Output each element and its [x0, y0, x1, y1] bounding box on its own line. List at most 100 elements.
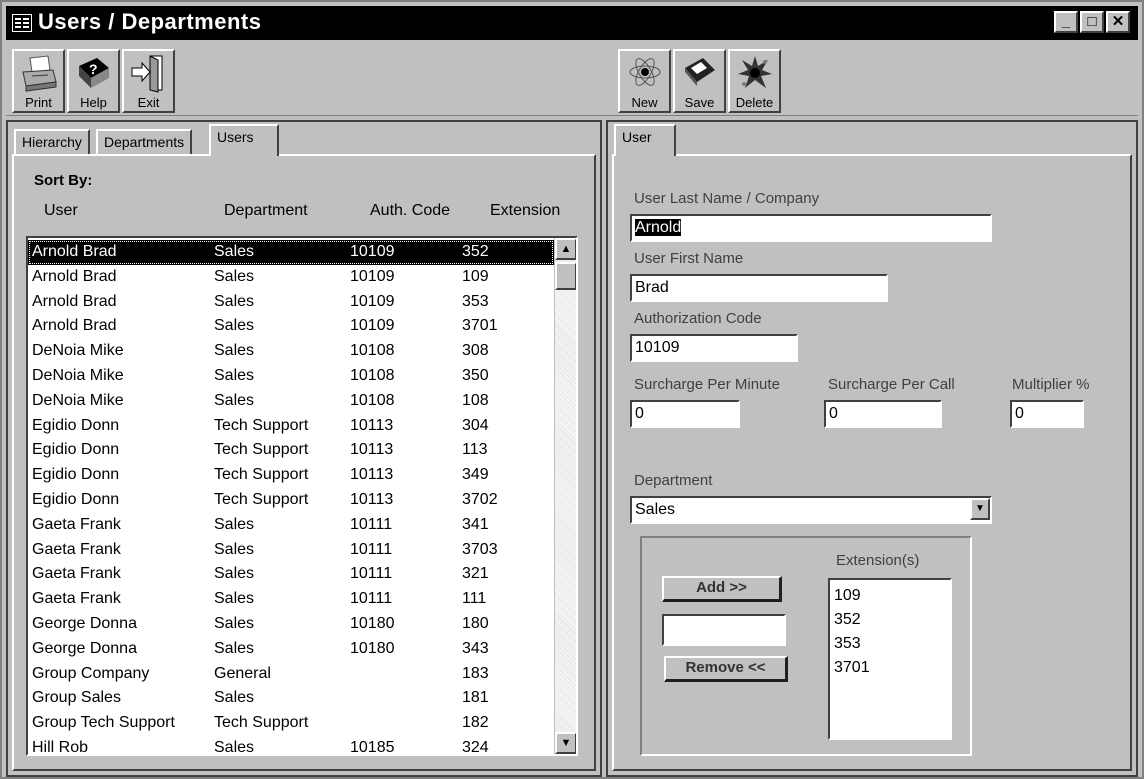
row-auth-code: 10113 — [350, 441, 394, 459]
svg-text:?: ? — [89, 61, 98, 77]
maximize-button[interactable]: □ — [1080, 11, 1104, 33]
table-row[interactable]: Gaeta Frank Sales 10111 111 — [28, 587, 554, 612]
printer-icon — [22, 55, 57, 92]
table-row[interactable]: Arnold Brad Sales 10109 352 — [28, 240, 554, 265]
close-button[interactable]: ✕ — [1106, 11, 1130, 33]
add-extension-button[interactable]: Add >> — [662, 576, 782, 602]
table-row[interactable]: George Donna Sales 10180 343 — [28, 637, 554, 662]
table-row[interactable]: Group Sales Sales 181 — [28, 686, 554, 711]
table-row[interactable]: Hill Rob Sales 10185 324 — [28, 736, 554, 756]
first-name-label: User First Name — [634, 250, 744, 267]
row-user: Gaeta Frank — [32, 540, 121, 558]
tab-hierarchy[interactable]: Hierarchy — [14, 129, 90, 155]
table-row[interactable]: George Donna Sales 10180 180 — [28, 612, 554, 637]
extensions-listbox[interactable]: 109 352 353 3701 — [828, 578, 952, 740]
tab-user[interactable]: User — [614, 124, 676, 156]
column-header-user[interactable]: User — [44, 202, 78, 220]
table-row[interactable]: Egidio Donn Tech Support 10113 113 — [28, 438, 554, 463]
toolbar: Print ? Help Exit New Save Delete — [6, 42, 1138, 116]
row-auth-code: 10111 — [350, 565, 393, 583]
sort-by-label: Sort By: — [34, 172, 93, 189]
multiplier-label: Multiplier % — [1012, 376, 1090, 393]
row-auth-code: 10108 — [350, 367, 395, 384]
row-extension: 3701 — [462, 317, 498, 335]
delete-button[interactable]: Delete — [728, 49, 781, 113]
table-row[interactable]: Arnold Brad Sales 10109 109 — [28, 265, 554, 290]
row-extension: 350 — [462, 367, 489, 384]
row-department: Sales — [214, 342, 255, 360]
row-department: General — [214, 664, 271, 682]
extension-item[interactable]: 353 — [834, 632, 946, 656]
atom-new-icon — [629, 58, 661, 86]
scroll-thumb[interactable] — [555, 262, 576, 290]
row-auth-code: 10109 — [350, 317, 395, 335]
auth-code-label: Authorization Code — [634, 310, 762, 327]
row-user: DeNoia Mike — [32, 367, 124, 384]
last-name-label: User Last Name / Company — [634, 190, 820, 207]
column-header-extension[interactable]: Extension — [490, 202, 560, 220]
row-user: DeNoia Mike — [32, 391, 124, 409]
table-row[interactable]: Egidio Donn Tech Support 10113 349 — [28, 463, 554, 488]
table-row[interactable]: Egidio Donn Tech Support 10113 3702 — [28, 488, 554, 513]
row-extension: 180 — [462, 615, 489, 632]
tab-users[interactable]: Users — [209, 124, 279, 156]
row-auth-code: 10111 — [350, 590, 393, 608]
table-row[interactable]: DeNoia Mike Sales 10108 308 — [28, 339, 554, 364]
row-extension: 324 — [462, 739, 489, 756]
extension-item[interactable]: 352 — [834, 608, 946, 632]
right-panel: User User Last Name / Company Arnold Use… — [606, 120, 1138, 777]
table-row[interactable]: Group Company General 183 — [28, 662, 554, 687]
row-user: Egidio Donn — [32, 441, 120, 459]
row-auth-code: 10108 — [350, 391, 395, 409]
table-row[interactable]: Group Tech Support Tech Support 182 — [28, 711, 554, 736]
row-department: Sales — [214, 317, 255, 335]
help-button[interactable]: ? Help — [67, 49, 120, 113]
table-row[interactable]: Gaeta Frank Sales 10111 3703 — [28, 538, 554, 563]
column-header-auth-code[interactable]: Auth. Code — [370, 202, 450, 220]
table-row[interactable]: Arnold Brad Sales 10109 353 — [28, 290, 554, 315]
table-row[interactable]: Arnold Brad Sales 10109 3701 — [28, 314, 554, 339]
surcharge-call-field[interactable]: 0 — [824, 400, 942, 428]
extension-input[interactable] — [662, 614, 786, 646]
exit-door-icon — [131, 55, 163, 93]
table-row[interactable]: Egidio Donn Tech Support 10113 304 — [28, 414, 554, 439]
scroll-down-button[interactable]: ▼ — [555, 732, 576, 754]
remove-extension-button[interactable]: Remove << — [664, 656, 788, 682]
row-extension: 109 — [462, 267, 489, 285]
multiplier-field[interactable]: 0 — [1010, 400, 1084, 428]
department-combobox[interactable]: Sales ▼ — [630, 496, 992, 524]
extension-item[interactable]: 3701 — [834, 656, 946, 680]
first-name-field[interactable]: Brad — [630, 274, 888, 302]
row-extension: 304 — [462, 416, 489, 434]
row-user: Arnold Brad — [32, 292, 117, 310]
main-window: Users / Departments _ □ ✕ Print ? Help E… — [0, 0, 1144, 779]
new-button[interactable]: New — [618, 49, 671, 113]
extension-item[interactable]: 109 — [834, 584, 946, 608]
left-tab-strip: Hierarchy Departments Users — [8, 122, 600, 156]
users-tab-body: Sort By: User Department Auth. Code Exte… — [12, 154, 596, 771]
last-name-field[interactable]: Arnold — [630, 214, 992, 242]
save-button[interactable]: Save — [673, 49, 726, 113]
chevron-down-icon[interactable]: ▼ — [970, 498, 990, 520]
print-button[interactable]: Print — [12, 49, 65, 113]
row-department: Sales — [214, 391, 255, 409]
table-row[interactable]: Gaeta Frank Sales 10111 341 — [28, 513, 554, 538]
tab-departments[interactable]: Departments — [96, 129, 193, 155]
row-department: Sales — [214, 367, 255, 384]
row-extension: 308 — [462, 342, 489, 360]
row-auth-code: 10180 — [350, 615, 395, 632]
surcharge-minute-field[interactable]: 0 — [630, 400, 740, 428]
table-row[interactable]: DeNoia Mike Sales 10108 108 — [28, 389, 554, 414]
table-row[interactable]: Gaeta Frank Sales 10111 321 — [28, 562, 554, 587]
row-extension: 3702 — [462, 491, 498, 508]
exit-button[interactable]: Exit — [122, 49, 175, 113]
scroll-up-button[interactable]: ▲ — [555, 238, 576, 260]
table-row[interactable]: DeNoia Mike Sales 10108 350 — [28, 364, 554, 389]
list-scrollbar[interactable]: ▲ ▼ — [554, 238, 576, 754]
minimize-button[interactable]: _ — [1054, 11, 1078, 33]
row-auth-code: 10111 — [350, 540, 393, 558]
row-auth-code: 10109 — [350, 243, 395, 260]
auth-code-field[interactable]: 10109 — [630, 334, 798, 362]
users-listbox[interactable]: Hill Rob Sales 10185 324 Group Tech Support T… — [26, 236, 578, 756]
column-header-department[interactable]: Department — [224, 202, 308, 220]
